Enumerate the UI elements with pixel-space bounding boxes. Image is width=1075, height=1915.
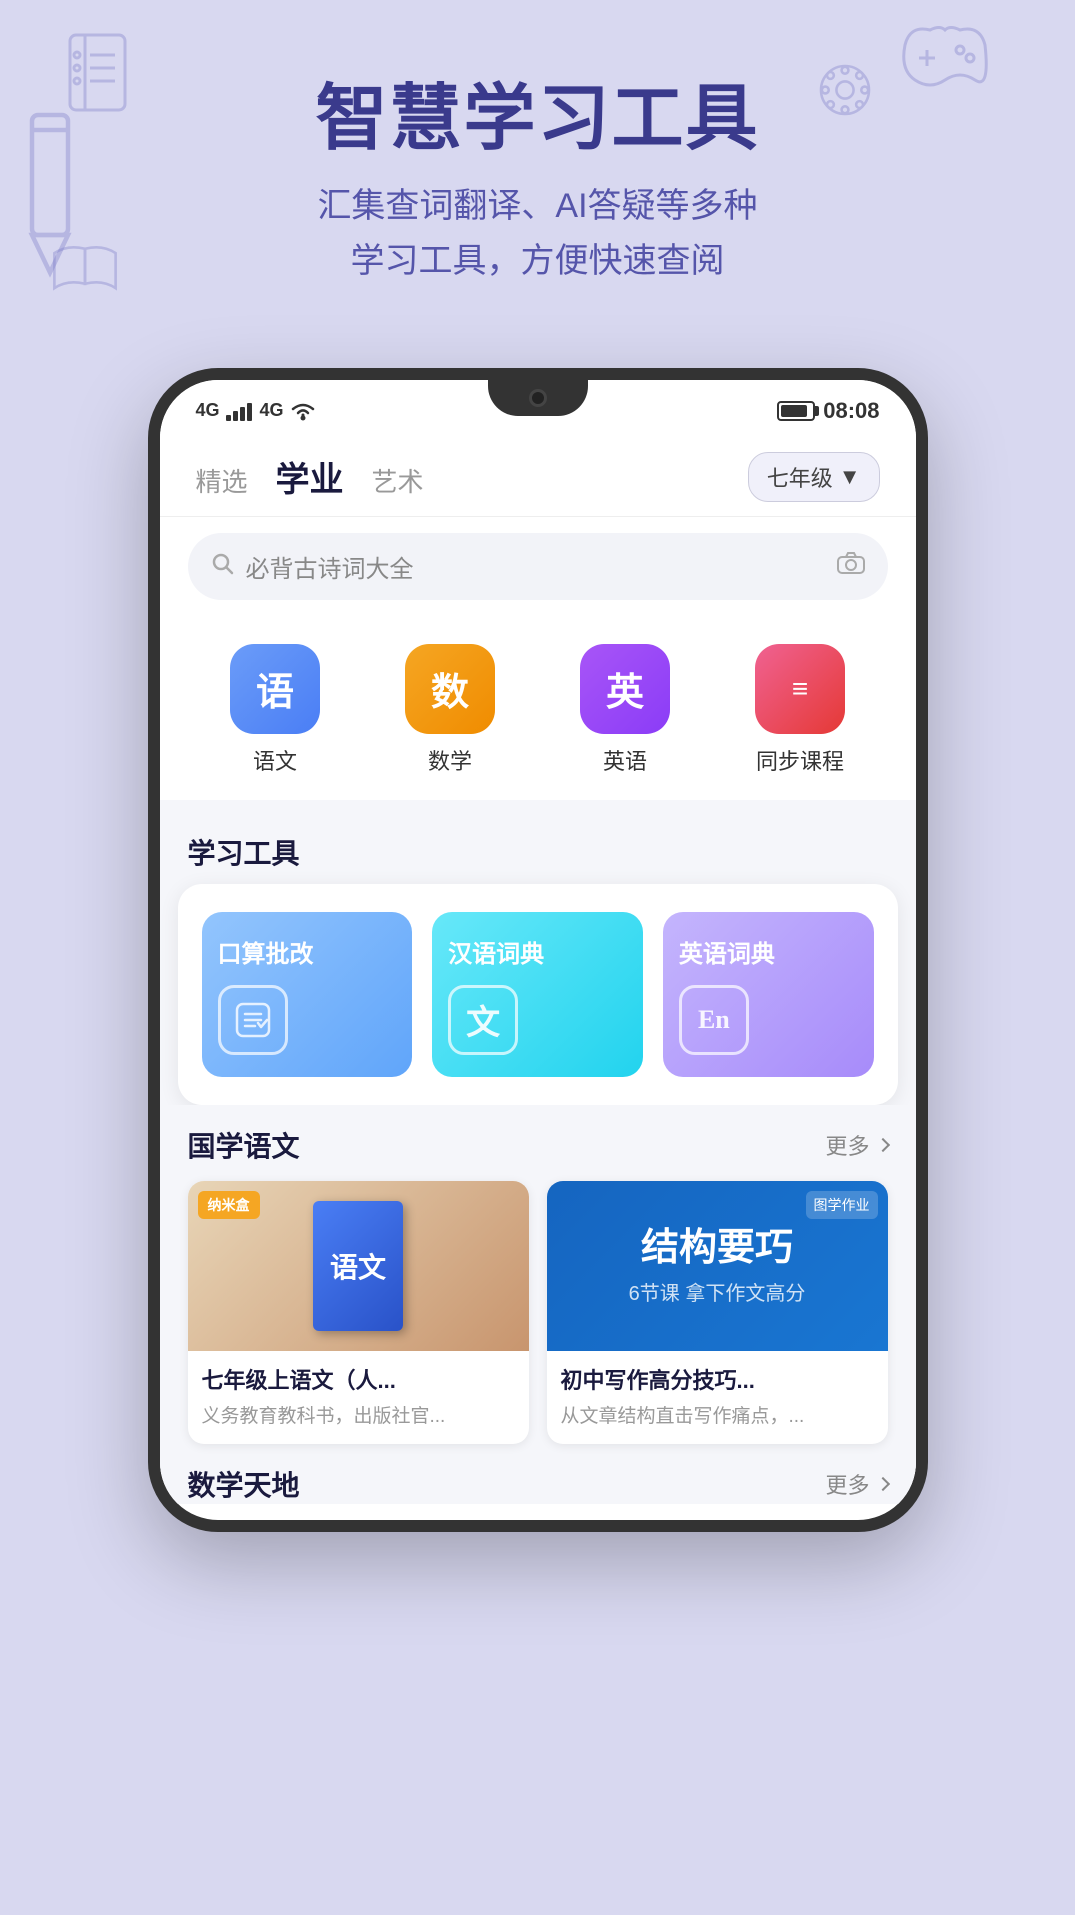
learning-tools-header: 学习工具 bbox=[160, 812, 916, 884]
phone-mockup: 4G 4G 08:08 bbox=[0, 368, 1075, 1532]
tools-card-area: 口算批改 汉语词典 文 bbox=[178, 884, 898, 1105]
shuxue-icon: 数 bbox=[405, 644, 495, 734]
search-icon bbox=[210, 551, 234, 581]
yuwen-icon: 语 bbox=[230, 644, 320, 734]
math-section-header: 数学天地 更多 bbox=[188, 1464, 888, 1504]
course-title-overlay: 结构要巧 bbox=[641, 1226, 793, 1272]
guoxue-header: 国学语文 更多 bbox=[188, 1125, 888, 1165]
hero-section: 智慧学习工具 汇集查词翻译、AI答疑等多种学习工具，方便快速查阅 bbox=[0, 0, 1075, 328]
content-cards-guoxue: 纳米盒 语文 七年级上语文（人... 义务教育教科书，出版社官... 结构要巧 bbox=[188, 1181, 888, 1444]
card-title-left: 七年级上语文（人... bbox=[202, 1363, 515, 1395]
status-right: 08:08 bbox=[777, 398, 879, 424]
search-placeholder: 必背古诗词大全 bbox=[246, 549, 824, 584]
status-bar: 4G 4G 08:08 bbox=[160, 380, 916, 434]
signal-bars-icon bbox=[226, 401, 254, 421]
card-img-left: 纳米盒 语文 bbox=[188, 1181, 529, 1351]
yingyu-icon: 英 bbox=[580, 644, 670, 734]
guoxue-more[interactable]: 更多 bbox=[825, 1129, 887, 1161]
yingyu-dict-icon: En bbox=[679, 985, 749, 1055]
signal-4g-1: 4G bbox=[196, 400, 220, 421]
subject-tongbu[interactable]: ≡ 同步课程 bbox=[755, 644, 845, 776]
tab-items: 精选 学业 艺术 bbox=[196, 452, 424, 501]
tab-yishu[interactable]: 艺术 bbox=[372, 462, 424, 499]
kousan-icon bbox=[218, 985, 288, 1055]
learning-tools-title: 学习工具 bbox=[188, 838, 300, 869]
hero-title: 智慧学习工具 bbox=[60, 80, 1015, 159]
card-badge-nanomi: 纳米盒 bbox=[198, 1191, 260, 1219]
dropdown-arrow: ▼ bbox=[839, 464, 861, 490]
grade-label: 七年级 bbox=[767, 461, 833, 493]
camera-icon[interactable] bbox=[836, 550, 866, 582]
battery-fill bbox=[781, 405, 807, 417]
tongbu-label: 同步课程 bbox=[756, 744, 844, 776]
tongbu-icon: ≡ bbox=[755, 644, 845, 734]
card-textbook[interactable]: 纳米盒 语文 七年级上语文（人... 义务教育教科书，出版社官... bbox=[188, 1181, 529, 1444]
math-title: 数学天地 bbox=[188, 1464, 300, 1504]
signal-4g-2: 4G bbox=[260, 400, 284, 421]
card-info-right: 初中写作高分技巧... 从文章结构直击写作痛点，... bbox=[547, 1351, 888, 1444]
subjects-section: 语 语文 数 数学 英 英语 ≡ 同步课程 bbox=[160, 620, 916, 800]
kousan-title: 口算批改 bbox=[218, 934, 314, 969]
hero-subtitle: 汇集查词翻译、AI答疑等多种学习工具，方便快速查阅 bbox=[60, 179, 1015, 288]
subject-yingyu[interactable]: 英 英语 bbox=[580, 644, 670, 776]
battery-icon bbox=[777, 401, 815, 421]
chevron-right-icon bbox=[875, 1138, 889, 1152]
tab-xueye[interactable]: 学业 bbox=[276, 452, 344, 501]
search-section: 必背古诗词大全 bbox=[160, 517, 916, 620]
subject-yuwen[interactable]: 语 语文 bbox=[230, 644, 320, 776]
hanyu-title: 汉语词典 bbox=[448, 934, 544, 969]
tool-kousan[interactable]: 口算批改 bbox=[202, 912, 413, 1077]
search-bar[interactable]: 必背古诗词大全 bbox=[188, 533, 888, 600]
yingyu-label: 英语 bbox=[603, 744, 647, 776]
camera-sensor bbox=[529, 389, 547, 407]
phone-shell: 4G 4G 08:08 bbox=[148, 368, 928, 1532]
card-course[interactable]: 结构要巧 6节课 拿下作文高分 图学作业 初中写作高分技巧... 从文章结构直击… bbox=[547, 1181, 888, 1444]
card-desc-left: 义务教育教科书，出版社官... bbox=[202, 1401, 515, 1428]
guoxue-title: 国学语文 bbox=[188, 1125, 300, 1165]
subject-shuxue[interactable]: 数 数学 bbox=[405, 644, 495, 776]
wifi-icon bbox=[290, 401, 316, 421]
card-img-right: 结构要巧 6节课 拿下作文高分 图学作业 bbox=[547, 1181, 888, 1351]
card-info-left: 七年级上语文（人... 义务教育教科书，出版社官... bbox=[188, 1351, 529, 1444]
yingyu-dict-title: 英语词典 bbox=[679, 934, 775, 969]
math-more[interactable]: 更多 bbox=[825, 1468, 887, 1500]
math-chevron-right-icon bbox=[875, 1477, 889, 1491]
grade-selector[interactable]: 七年级 ▼ bbox=[748, 452, 880, 502]
shuxue-label: 数学 bbox=[428, 744, 472, 776]
tool-hanyu[interactable]: 汉语词典 文 bbox=[432, 912, 643, 1077]
card-desc-right: 从文章结构直击写作痛点，... bbox=[561, 1401, 874, 1428]
course-badge: 图学作业 bbox=[806, 1191, 878, 1219]
yuwen-label: 语文 bbox=[253, 744, 297, 776]
clock: 08:08 bbox=[823, 398, 879, 424]
tool-yingyu-dict[interactable]: 英语词典 En bbox=[663, 912, 874, 1077]
hanyu-icon: 文 bbox=[448, 985, 518, 1055]
tab-bar: 精选 学业 艺术 七年级 ▼ bbox=[160, 434, 916, 517]
tab-jingxuan[interactable]: 精选 bbox=[196, 462, 248, 499]
app-content: 精选 学业 艺术 七年级 ▼ bbox=[160, 434, 916, 1504]
textbook-cover: 语文 bbox=[313, 1201, 403, 1331]
guoxue-section: 国学语文 更多 纳米盒 语文 七年级上语文（人... bbox=[160, 1105, 916, 1504]
status-left: 4G 4G bbox=[196, 400, 316, 421]
card-title-right: 初中写作高分技巧... bbox=[561, 1363, 874, 1395]
phone-notch bbox=[488, 380, 588, 416]
course-subtitle-overlay: 6节课 拿下作文高分 bbox=[629, 1277, 806, 1306]
